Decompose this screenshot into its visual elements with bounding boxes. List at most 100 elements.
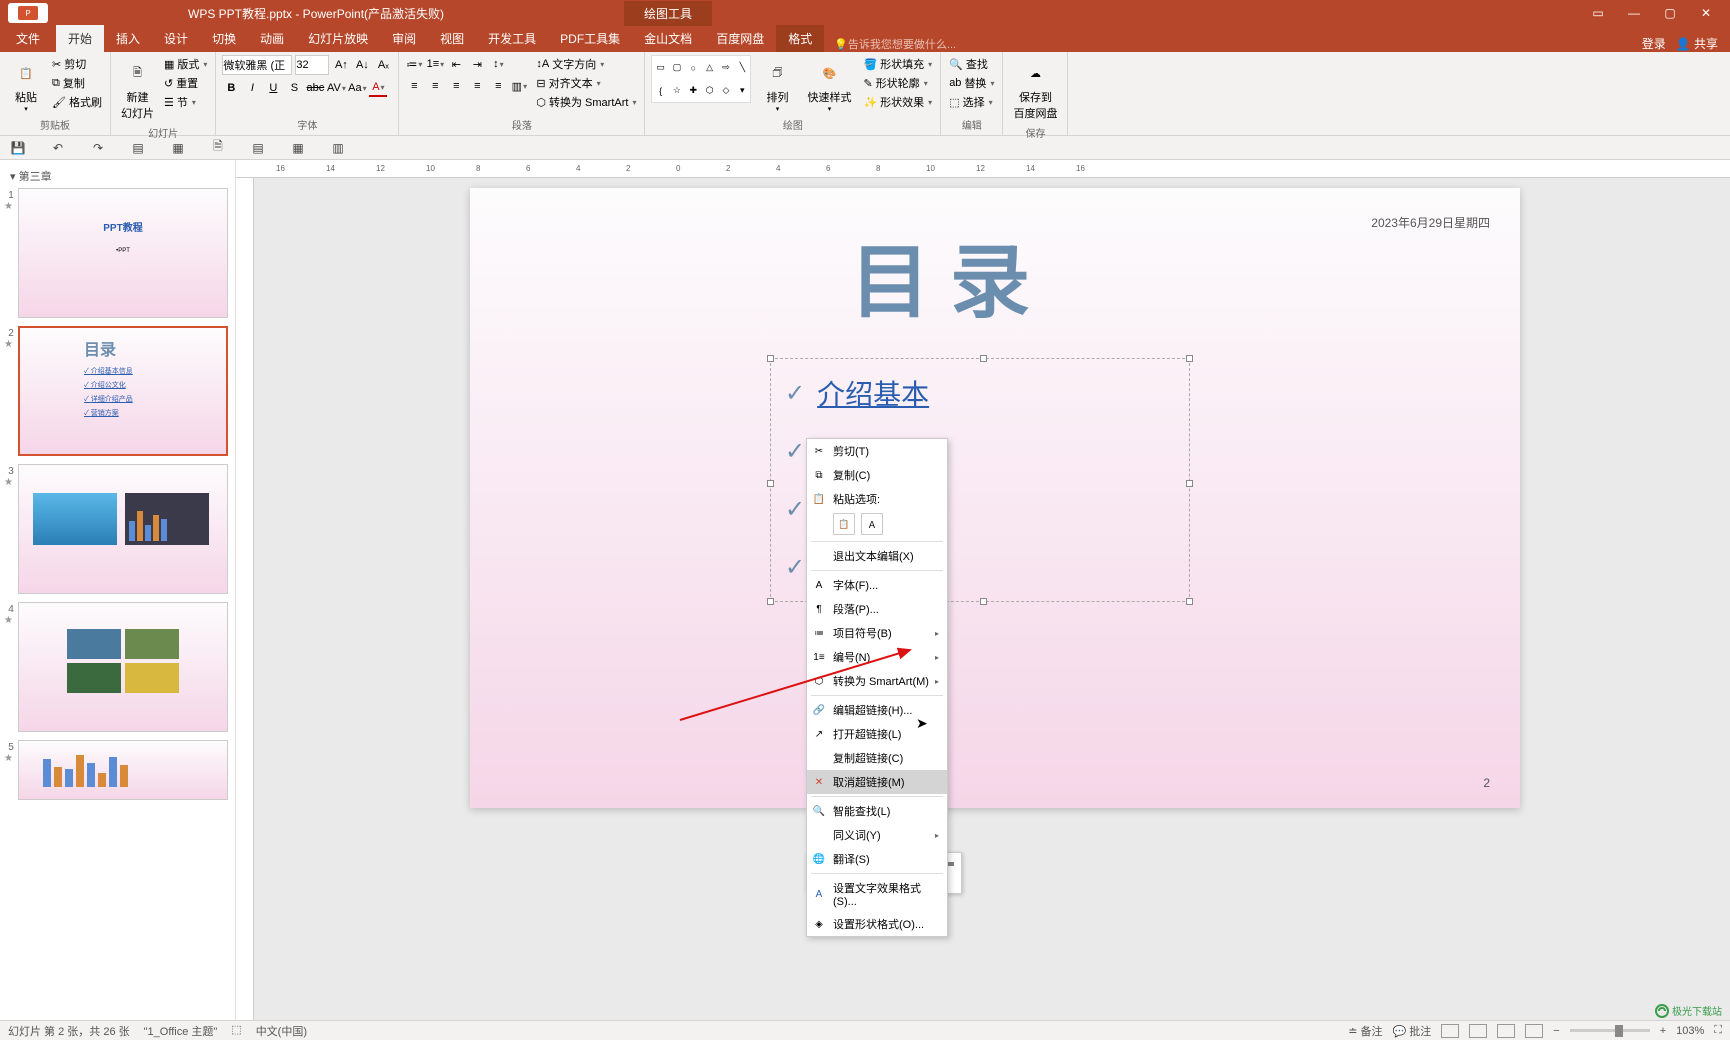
ribbon-display-icon[interactable]: ▭ bbox=[1588, 3, 1608, 23]
shape-hex-icon[interactable]: ⬡ bbox=[706, 85, 714, 96]
shape-outline-button[interactable]: ✎形状轮廓 bbox=[861, 74, 934, 92]
strike-button[interactable]: abc bbox=[306, 79, 324, 97]
zoom-handle[interactable] bbox=[1615, 1025, 1623, 1037]
slide-thumb-5[interactable]: 5★ bbox=[4, 740, 231, 800]
ctx-font[interactable]: A字体(F)... bbox=[807, 573, 947, 597]
resize-handle-n[interactable] bbox=[980, 355, 987, 362]
quick-styles-button[interactable]: 🎨快速样式▾ bbox=[803, 55, 855, 115]
resize-handle-sw[interactable] bbox=[767, 598, 774, 605]
fit-window-icon[interactable]: ⛶ bbox=[1714, 1024, 1722, 1037]
ctx-smart-lookup[interactable]: 🔍智能查找(L) bbox=[807, 799, 947, 823]
clear-format-icon[interactable]: Aₓ bbox=[374, 56, 392, 74]
ctx-text-effects[interactable]: A设置文字效果格式(S)... bbox=[807, 876, 947, 912]
maximize-icon[interactable]: ▢ bbox=[1660, 3, 1680, 23]
shape-star-icon[interactable]: ☆ bbox=[673, 85, 681, 96]
thumb-4-canvas[interactable] bbox=[18, 602, 228, 732]
zoom-slider[interactable] bbox=[1570, 1029, 1650, 1032]
redo-icon[interactable]: ↷ bbox=[90, 140, 106, 156]
tab-view[interactable]: 视图 bbox=[428, 25, 476, 52]
qa-icon-9[interactable]: ▥ bbox=[330, 140, 346, 156]
justify-button[interactable]: ≡ bbox=[468, 77, 486, 95]
zoom-in-button[interactable]: + bbox=[1660, 1025, 1666, 1037]
shape-triangle-icon[interactable]: △ bbox=[706, 62, 713, 73]
new-slide-button[interactable]: 🗎 新建 幻灯片 bbox=[117, 55, 158, 123]
ctx-copy-hyperlink[interactable]: 复制超链接(C) bbox=[807, 746, 947, 770]
close-icon[interactable]: ✕ bbox=[1696, 3, 1716, 23]
ctx-bullets[interactable]: ≔项目符号(B)▸ bbox=[807, 621, 947, 645]
paste-button[interactable]: 📋 粘贴 ▾ bbox=[6, 55, 46, 115]
notes-button[interactable]: ≐ 备注 bbox=[1348, 1023, 1382, 1039]
underline-button[interactable]: U bbox=[264, 79, 282, 97]
convert-smartart-button[interactable]: ⬡转换为 SmartArt bbox=[534, 93, 638, 111]
ctx-cut[interactable]: ✂剪切(T) bbox=[807, 439, 947, 463]
zoom-out-button[interactable]: − bbox=[1553, 1025, 1559, 1037]
slide-title-text[interactable]: 目录 bbox=[850, 218, 1050, 334]
tab-developer[interactable]: 开发工具 bbox=[476, 25, 548, 52]
shape-plus-icon[interactable]: ✚ bbox=[690, 85, 698, 96]
thumb-1-canvas[interactable]: PPT教程•PPT bbox=[18, 188, 228, 318]
resize-handle-e[interactable] bbox=[1186, 480, 1193, 487]
reset-button[interactable]: ↺重置 bbox=[162, 74, 209, 92]
slide-thumb-4[interactable]: 4★ bbox=[4, 602, 231, 732]
tell-me-search[interactable]: 💡 告诉我您想要做什么... bbox=[834, 36, 956, 52]
slide-thumb-3[interactable]: 3★ bbox=[4, 464, 231, 594]
minimize-icon[interactable]: — bbox=[1624, 3, 1644, 23]
align-right-button[interactable]: ≡ bbox=[447, 77, 465, 95]
slide-thumb-2[interactable]: 2★ 目录 ✓ 介绍基本信息 ✓ 介绍公文化 ✓ 详细介绍产品 ✓ 营销方案 bbox=[4, 326, 231, 456]
share-button[interactable]: 👤 共享 bbox=[1676, 35, 1718, 52]
font-name-input[interactable] bbox=[222, 55, 292, 75]
tab-baidu[interactable]: 百度网盘 bbox=[704, 25, 776, 52]
align-left-button[interactable]: ≡ bbox=[405, 77, 423, 95]
ctx-synonyms[interactable]: 同义词(Y)▸ bbox=[807, 823, 947, 847]
find-button[interactable]: 🔍查找 bbox=[947, 55, 996, 73]
resize-handle-ne[interactable] bbox=[1186, 355, 1193, 362]
shape-fill-button[interactable]: 🪣形状填充 bbox=[861, 55, 934, 73]
replace-button[interactable]: ab替换 bbox=[947, 74, 996, 92]
slide-canvas[interactable]: 2023年6月29日星期四 目录 ✓介绍基本 ✓介绍公文 ✓详细 bbox=[470, 188, 1520, 808]
resize-handle-s[interactable] bbox=[980, 598, 987, 605]
format-painter-button[interactable]: 🖌格式刷 bbox=[50, 93, 104, 111]
line-spacing-button[interactable]: ↕ bbox=[489, 55, 507, 73]
bullets-button[interactable]: ≔ bbox=[405, 55, 423, 73]
distribute-button[interactable]: ≡ bbox=[489, 77, 507, 95]
columns-button[interactable]: ▥ bbox=[510, 77, 528, 95]
status-language[interactable]: 中文(中国) bbox=[256, 1023, 307, 1039]
ctx-paragraph[interactable]: ¶段落(P)... bbox=[807, 597, 947, 621]
tab-transitions[interactable]: 切换 bbox=[200, 25, 248, 52]
ctx-translate[interactable]: 🌐翻译(S) bbox=[807, 847, 947, 871]
char-spacing-button[interactable]: AV bbox=[327, 79, 345, 97]
tab-insert[interactable]: 插入 bbox=[104, 25, 152, 52]
align-center-button[interactable]: ≡ bbox=[426, 77, 444, 95]
tab-format[interactable]: 格式 bbox=[776, 25, 824, 52]
qa-icon-6[interactable]: 🗎 bbox=[210, 140, 226, 156]
layout-button[interactable]: ▦版式 bbox=[162, 55, 209, 73]
ruler-vertical[interactable] bbox=[236, 178, 254, 1020]
numbering-button[interactable]: 1≡ bbox=[426, 55, 444, 73]
shape-callout-icon[interactable]: ◇ bbox=[723, 85, 730, 96]
select-button[interactable]: ⬚选择 bbox=[947, 93, 996, 111]
resize-handle-nw[interactable] bbox=[767, 355, 774, 362]
undo-icon[interactable]: ↶ bbox=[50, 140, 66, 156]
section-button[interactable]: ☰节 bbox=[162, 93, 209, 111]
tab-slideshow[interactable]: 幻灯片放映 bbox=[296, 25, 380, 52]
ctx-exit-text-edit[interactable]: 退出文本编辑(X) bbox=[807, 544, 947, 568]
ctx-numbering[interactable]: 1≡编号(N)▸ bbox=[807, 645, 947, 669]
thumb-2-canvas[interactable]: 目录 ✓ 介绍基本信息 ✓ 介绍公文化 ✓ 详细介绍产品 ✓ 营销方案 bbox=[18, 326, 228, 456]
shape-arrow-icon[interactable]: ⇨ bbox=[722, 62, 730, 73]
italic-button[interactable]: I bbox=[243, 79, 261, 97]
zoom-level[interactable]: 103% bbox=[1676, 1025, 1704, 1037]
panel-section-header[interactable]: ▾ 第三章 bbox=[4, 164, 231, 188]
align-text-button[interactable]: ⊟对齐文本 bbox=[534, 74, 638, 92]
increase-font-icon[interactable]: A↑ bbox=[332, 56, 350, 74]
font-color-button[interactable]: A bbox=[369, 79, 387, 97]
resize-handle-w[interactable] bbox=[767, 480, 774, 487]
thumb-5-canvas[interactable] bbox=[18, 740, 228, 800]
save-baidu-button[interactable]: ☁ 保存到 百度网盘 bbox=[1009, 55, 1061, 123]
resize-handle-se[interactable] bbox=[1186, 598, 1193, 605]
ctx-smartart[interactable]: ⬡转换为 SmartArt(M)▸ bbox=[807, 669, 947, 693]
view-normal-icon[interactable] bbox=[1441, 1024, 1459, 1038]
thumb-3-canvas[interactable] bbox=[18, 464, 228, 594]
decrease-font-icon[interactable]: A↓ bbox=[353, 56, 371, 74]
shapes-gallery[interactable]: ▭▢○△⇨╲ {☆✚⬡◇▾ bbox=[651, 55, 751, 103]
bold-button[interactable]: B bbox=[222, 79, 240, 97]
